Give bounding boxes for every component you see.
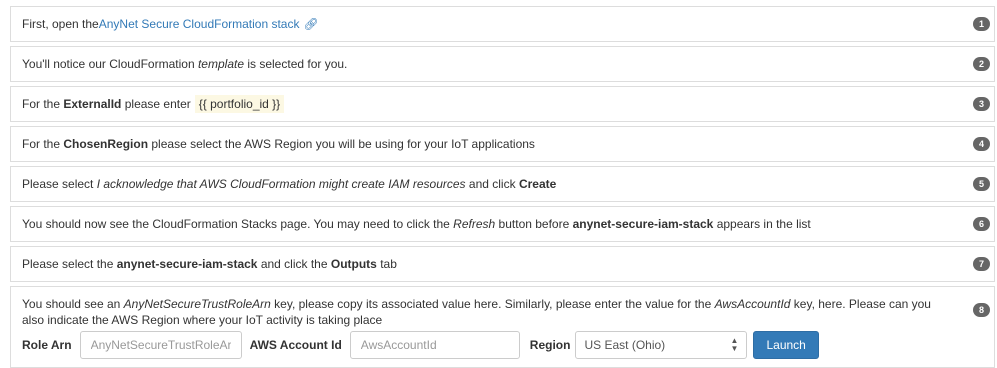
step-6: You should now see the CloudFormation St… [10, 206, 995, 242]
step-3-text: For the [22, 97, 61, 111]
step-7-text-mid: and click the [260, 257, 328, 271]
step-7-bold-outputs: Outputs [330, 257, 377, 271]
step-5-emphasis: I acknowledge that AWS CloudFormation mi… [96, 177, 466, 191]
step-3-text-end: please enter [124, 97, 191, 111]
step-6-emphasis: Refresh [453, 217, 496, 231]
step-5-text: Please select [22, 177, 94, 191]
cloudformation-stack-link[interactable]: AnyNet Secure CloudFormation stack [99, 17, 300, 31]
step-5: Please select I acknowledge that AWS Clo… [10, 166, 995, 202]
step-number-badge: 5 [973, 177, 990, 191]
step-5-text-mid: and click [468, 177, 516, 191]
portfolio-id-highlight: {{ portfolio_id }} [194, 95, 285, 113]
step-6-text: You should now see the CloudFormation St… [22, 217, 450, 231]
step-2: You'll notice our CloudFormation templat… [10, 46, 995, 82]
step-7-text: Please select the [22, 257, 114, 271]
step-5-bold: Create [518, 177, 557, 191]
aws-account-id-label: AWS Account Id [249, 338, 342, 352]
step-number-badge: 7 [973, 257, 990, 271]
step-4-text: For the [22, 137, 61, 151]
role-arn-input[interactable] [79, 331, 242, 359]
step-3: For the ExternalId please enter {{ portf… [10, 86, 995, 122]
region-select-value: US East (Ohio) [584, 338, 666, 352]
step-8-emphasis-2: AwsAccountId [714, 297, 791, 311]
step-4-text-end: please select the AWS Region you will be… [151, 137, 535, 151]
instruction-steps: First, open the AnyNet Secure CloudForma… [10, 6, 995, 368]
step-1-text: First, open the [22, 17, 99, 31]
step-8: You should see an AnyNetSecureTrustRoleA… [10, 286, 995, 368]
step-2-text: You'll notice our CloudFormation [22, 57, 195, 71]
step-6-bold: anynet-secure-iam-stack [572, 217, 714, 231]
role-arn-label: Role Arn [22, 338, 72, 352]
up-down-caret-icon: ▲ ▼ [730, 336, 739, 353]
step-3-bold: ExternalId [63, 97, 122, 111]
step-number-badge: 2 [973, 57, 990, 71]
step-6-text-end: appears in the list [716, 217, 811, 231]
step-number-badge: 3 [973, 97, 990, 111]
step-1: First, open the AnyNet Secure CloudForma… [10, 6, 995, 42]
aws-account-id-input[interactable] [349, 331, 520, 359]
step-8-emphasis: AnyNetSecureTrustRoleArn [123, 297, 271, 311]
step-8-text: You should see an AnyNetSecureTrustRoleA… [22, 296, 954, 328]
step-7-text-end: tab [380, 257, 397, 271]
step-2-emphasis: template [197, 57, 244, 71]
step-8-text-mid: key, please copy its associated value he… [270, 297, 715, 311]
step-7: Please select the anynet-secure-iam-stac… [10, 246, 995, 282]
step-4: For the ChosenRegion please select the A… [10, 126, 995, 162]
step-6-text-mid: button before [498, 217, 570, 231]
launch-form: Role Arn AWS Account Id Region US East (… [22, 331, 954, 359]
step-number-badge: 4 [973, 137, 990, 151]
step-number-badge: 8 [973, 303, 990, 317]
region-select[interactable]: US East (Ohio) ▲ ▼ [575, 331, 748, 359]
launch-button[interactable]: Launch [753, 331, 819, 359]
step-4-bold: ChosenRegion [63, 137, 149, 151]
step-number-badge: 6 [973, 217, 990, 231]
step-number-badge: 1 [973, 17, 990, 31]
step-8-text-start: You should see an [22, 297, 124, 311]
step-2-text-end: is selected for you. [247, 57, 348, 71]
external-link-icon[interactable]: 🔗︎ [303, 17, 318, 31]
step-7-bold: anynet-secure-iam-stack [116, 257, 258, 271]
region-label: Region [529, 338, 571, 352]
